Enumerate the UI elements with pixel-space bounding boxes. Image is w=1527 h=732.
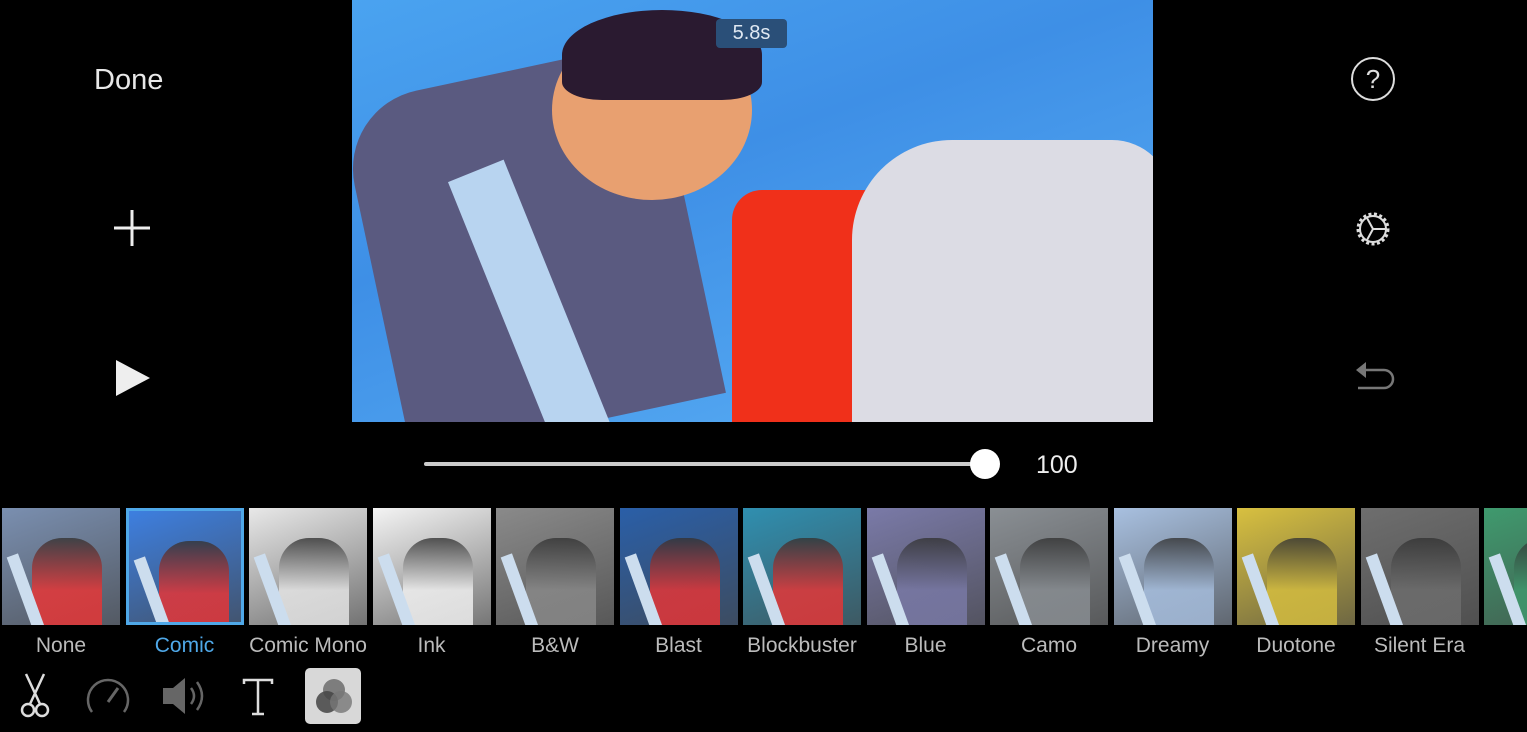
filter-label[interactable]: None [0,634,123,658]
filter-thumbnail[interactable] [619,508,738,625]
thumbnail-figure [32,538,102,625]
filter-thumbnail[interactable] [1237,508,1355,625]
filter-thumbnail[interactable] [125,508,244,625]
play-icon[interactable] [114,358,152,398]
thumbnail-figure [773,538,843,625]
filter-label[interactable]: Blockbuster [740,634,864,658]
thumbnail-figure [402,538,473,625]
filter-label[interactable]: Comic [123,634,247,658]
settings-gear-icon[interactable] [1351,207,1395,251]
thumbnail-figure [526,538,596,625]
filter-label[interactable]: Blue [864,634,988,658]
filter-label[interactable]: Camo [987,634,1111,658]
filter-label[interactable]: Duotone [1234,634,1358,658]
thumbnail-figure [649,538,720,625]
filter-label[interactable]: Dreamy [1111,634,1235,658]
intensity-value: 100 [1036,451,1078,479]
filters-icon [316,679,352,713]
filter-thumbnail[interactable] [249,508,367,625]
filter-label[interactable]: Silent Era [1358,634,1482,658]
filter-label[interactable]: Ink [370,634,494,658]
filter-label[interactable]: Blast [617,634,741,658]
done-button[interactable]: Done [94,64,163,97]
duration-badge: 5.8s [716,19,787,48]
filter-thumbnail[interactable] [1360,508,1479,625]
video-preview[interactable] [352,0,1153,422]
thumbnail-figure [1390,538,1461,625]
volume-icon [163,678,204,714]
filter-thumbnail[interactable] [1484,508,1527,625]
thumbnail-figure [896,538,967,625]
thumbnail-figure [1143,538,1214,625]
text-icon [242,678,274,716]
filter-thumbnail[interactable] [2,508,120,625]
filter-label[interactable]: Comic Mono [246,634,370,658]
filter-thumbnail[interactable] [743,508,861,625]
add-icon[interactable] [112,208,152,248]
help-icon[interactable]: ? [1350,56,1396,102]
volume-tool[interactable] [155,668,211,724]
filter-thumbnail[interactable] [372,508,491,625]
speed-icon [86,678,130,713]
svg-text:?: ? [1366,64,1380,94]
thumbnail-figure [279,538,349,625]
filter-thumbnail[interactable] [990,508,1108,625]
scissors-icon [20,673,50,718]
thumbnail-figure [1267,538,1337,625]
filter-thumbnail[interactable] [496,508,614,625]
scissors-tool[interactable] [8,668,64,724]
filters-tool[interactable] [305,668,361,724]
undo-icon [1356,362,1395,390]
intensity-slider-track[interactable] [424,462,986,466]
text-tool[interactable] [230,668,286,724]
thumbnail-figure [1020,538,1090,625]
thumbnail-figure [158,541,229,622]
filter-label[interactable]: B&W [493,634,617,658]
filter-thumbnail[interactable] [866,508,985,625]
filter-thumbnail[interactable] [1113,508,1232,625]
intensity-slider-thumb[interactable] [970,449,1000,479]
speed-tool[interactable] [80,668,136,724]
filter-label[interactable]: Vi [1481,634,1527,658]
